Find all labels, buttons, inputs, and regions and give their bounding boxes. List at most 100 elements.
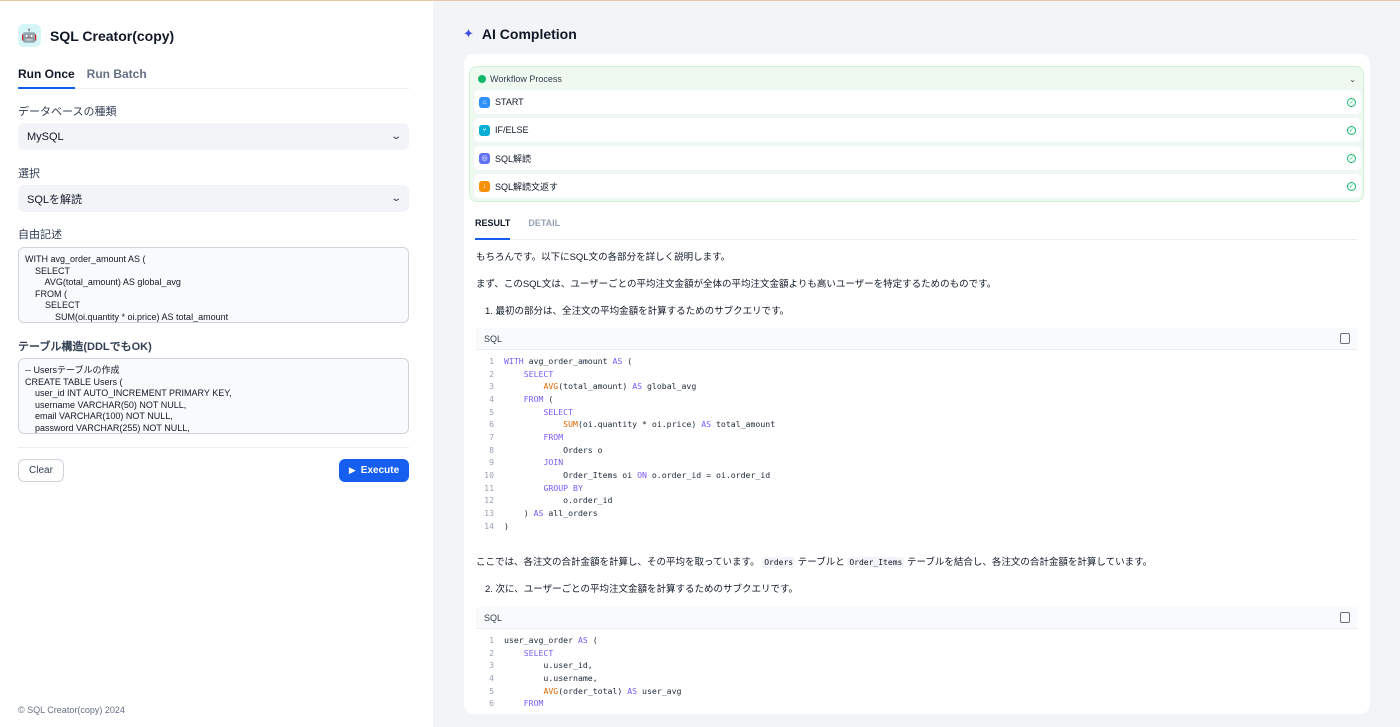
code-line: 3 AVG(total_amount) AS global_avg xyxy=(476,380,1358,393)
result-paragraph: ここでは、各注文の合計金額を計算し、その平均を取っています。 Orders テー… xyxy=(476,554,1152,568)
inline-code: Order_Items xyxy=(847,557,905,568)
workflow-node-ifelse[interactable]: ⑂ IF/ELSE ✓ xyxy=(474,118,1361,142)
db-type-select[interactable]: MySQL ⌄ xyxy=(18,123,409,150)
code-language: SQL xyxy=(484,333,503,344)
footer-copyright: © SQL Creator(copy) 2024 xyxy=(18,705,125,715)
workflow-panel[interactable]: Workflow Process ⌄ ⌂ START ✓ ⑂ IF/ELSE ✓… xyxy=(469,66,1364,202)
execute-button[interactable]: ▶ Execute xyxy=(339,459,409,482)
divider xyxy=(18,447,409,448)
code-block-header: SQL xyxy=(476,607,1358,629)
code-text: FROM xyxy=(523,698,544,709)
code-text: user_avg_order AS ( xyxy=(504,635,598,645)
play-icon: ▶ xyxy=(348,465,356,475)
line-number: 13 xyxy=(484,507,494,518)
code-text: Orders o xyxy=(504,444,603,455)
code-line: 5 SELECT xyxy=(476,406,1358,419)
code-text: Order_Items oi ON o.order_id = oi.order_… xyxy=(504,469,771,480)
branch-icon: ⑂ xyxy=(479,124,490,136)
code-text: u.user_id, xyxy=(504,660,593,671)
app-title: SQL Creator(copy) xyxy=(50,27,175,44)
workflow-node-sql-decode[interactable]: ◎ SQL解読 ✓ xyxy=(474,146,1361,170)
code-block: SQL 1 WITH avg_order_amount AS (2 SELECT 3… xyxy=(476,328,1358,538)
paragraph-text: テーブルと xyxy=(797,557,845,568)
app-header: 🤖 SQL Creator(copy) xyxy=(18,24,174,47)
code-line: 3 u.user_id, xyxy=(476,659,1358,672)
code-line: 2 SELECT xyxy=(476,368,1358,381)
choice-select[interactable]: SQLを解読 ⌄ xyxy=(18,185,409,212)
line-number: 5 xyxy=(489,406,494,417)
tab-result[interactable]: RESULT xyxy=(475,214,511,240)
table-structure-input[interactable]: -- Usersテーブルの作成 CREATE TABLE Users ( use… xyxy=(18,358,409,434)
line-number: 4 xyxy=(489,393,494,404)
line-number: 10 xyxy=(484,469,494,480)
code-block: SQL 1 user_avg_order AS (2 SELECT 3 u.user… xyxy=(476,607,1358,714)
code-text: u.username, xyxy=(504,672,598,683)
code-content: 1 WITH avg_order_amount AS (2 SELECT 3 AVG… xyxy=(476,350,1358,532)
code-line: 4 u.username, xyxy=(476,672,1358,685)
workflow-node-start[interactable]: ⌂ START ✓ xyxy=(474,90,1361,114)
sparkle-icon: ✦ xyxy=(463,26,474,41)
node-label: START xyxy=(495,97,524,107)
free-text-input[interactable]: WITH avg_order_amount AS ( SELECT AVG(to… xyxy=(18,247,409,323)
line-number: 4 xyxy=(489,672,494,683)
node-label: SQL解読文返す xyxy=(495,181,559,192)
code-text: o.order_id xyxy=(504,495,613,506)
ai-title: AI Completion xyxy=(481,26,577,42)
code-line: 12 o.order_id xyxy=(476,494,1358,507)
robot-icon: 🤖 xyxy=(18,24,41,47)
clear-button[interactable]: Clear xyxy=(18,459,64,482)
result-tabs: RESULT DETAIL xyxy=(475,214,1357,240)
workflow-node-answer[interactable]: ↓ SQL解読文返す ✓ xyxy=(474,174,1361,198)
chevron-down-icon[interactable]: ⌄ xyxy=(1349,75,1356,84)
tab-run-batch[interactable]: Run Batch xyxy=(87,67,147,89)
line-number: 1 xyxy=(489,356,494,366)
line-number: 9 xyxy=(489,457,494,468)
tab-detail[interactable]: DETAIL xyxy=(528,214,560,240)
line-number: 6 xyxy=(489,419,494,430)
tab-run-once[interactable]: Run Once xyxy=(18,67,75,89)
execute-label: Execute xyxy=(360,465,400,476)
code-text: SELECT xyxy=(523,647,554,658)
code-line: 11 GROUP BY xyxy=(476,482,1358,495)
code-line: 1 user_avg_order AS ( xyxy=(476,634,1358,647)
db-type-label: データベースの種類 xyxy=(18,106,117,118)
code-text: ) xyxy=(504,520,509,531)
code-line: 6 SUM(oi.quantity * oi.price) AS total_a… xyxy=(476,418,1358,431)
line-number: 12 xyxy=(484,495,494,506)
code-line: 14) xyxy=(476,520,1358,533)
paragraph-text: テーブルを結合し、各注文の合計金額を計算しています。 xyxy=(906,557,1153,568)
code-text: JOIN xyxy=(543,457,564,468)
code-line: 4 FROM ( xyxy=(476,393,1358,406)
check-circle-icon: ✓ xyxy=(1347,153,1356,163)
code-line: 13 ) AS all_orders xyxy=(476,507,1358,520)
code-text: SELECT xyxy=(543,406,574,417)
code-line: 5 AVG(order_total) AS user_avg xyxy=(476,685,1358,698)
line-number: 5 xyxy=(489,685,494,696)
code-text: SUM(oi.quantity * oi.price) AS total_amo… xyxy=(563,419,776,430)
code-text: FROM ( xyxy=(523,393,554,404)
line-number: 3 xyxy=(489,381,494,392)
code-line: 10 Order_Items oi ON o.order_id = oi.ord… xyxy=(476,469,1358,482)
code-text: ) AS all_orders xyxy=(504,507,598,518)
choice-label: 選択 xyxy=(18,168,40,180)
db-type-value: MySQL xyxy=(27,130,64,143)
code-text: WITH avg_order_amount AS ( xyxy=(504,356,633,366)
code-line: 9 JOIN xyxy=(476,456,1358,469)
paragraph-text: ここでは、各注文の合計金額を計算し、その平均を取っています。 xyxy=(476,557,760,568)
answer-icon: ↓ xyxy=(479,180,490,192)
code-text: FROM xyxy=(543,431,564,442)
copy-icon[interactable] xyxy=(1340,333,1350,344)
line-number: 3 xyxy=(489,660,494,671)
line-number: 2 xyxy=(489,368,494,379)
code-text: AVG(total_amount) AS global_avg xyxy=(543,381,697,392)
line-number: 1 xyxy=(489,635,494,645)
choice-value: SQLを解読 xyxy=(27,193,83,206)
code-text: SELECT xyxy=(523,368,554,379)
home-icon: ⌂ xyxy=(479,96,490,108)
line-number: 11 xyxy=(484,482,494,493)
code-text: GROUP BY xyxy=(543,482,583,493)
copy-icon[interactable] xyxy=(1340,612,1350,623)
line-number: 6 xyxy=(489,698,494,709)
workflow-header[interactable]: Workflow Process ⌄ xyxy=(478,74,1356,84)
code-text: AVG(order_total) AS user_avg xyxy=(543,685,682,696)
